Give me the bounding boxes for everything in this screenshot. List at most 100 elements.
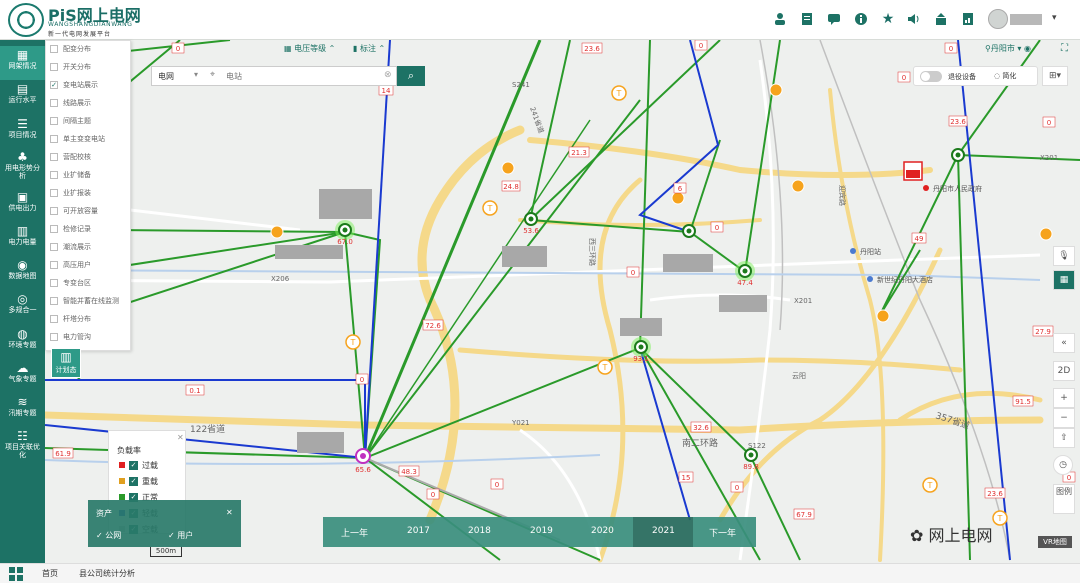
checkbox[interactable] [50, 261, 58, 269]
voltage-level-dropdown[interactable]: ▦ 电压等级 ⌃ [284, 43, 335, 54]
asset-option-user[interactable]: ✓ 用户 [168, 530, 193, 541]
chevron-down-icon[interactable]: ▾ [1052, 13, 1057, 23]
export-icon[interactable] [933, 11, 949, 27]
sidebar-item-merge[interactable]: ◎ 多规合一 [0, 290, 45, 324]
sidebar-item-datamap[interactable]: ◉ 数据地图 [0, 256, 45, 290]
layer-item[interactable]: 电力管沟 [50, 330, 91, 344]
sidebar-item-projects[interactable]: ☰ 项目情况 [0, 115, 45, 149]
people-icon[interactable] [772, 11, 788, 27]
checkbox[interactable] [50, 135, 58, 143]
layer-item[interactable]: 专变台区 [50, 276, 91, 290]
search-button[interactable]: ⌕ [397, 66, 425, 86]
layer-item[interactable]: 线路展示 [50, 96, 91, 110]
checkbox-checked[interactable]: ✓ [50, 81, 58, 89]
layer-item[interactable]: 潮流展示 [50, 240, 91, 254]
fullscreen-icon[interactable]: ⛶ [1061, 43, 1068, 54]
prev-year-button[interactable]: 上一年 [341, 526, 368, 539]
next-year-button[interactable]: 下一年 [709, 526, 736, 539]
chat-icon[interactable] [826, 11, 842, 27]
close-icon[interactable]: ✕ [177, 433, 184, 442]
annotation-dropdown[interactable]: ▮ 标注 ⌃ [353, 43, 385, 54]
sidebar-item-consumption[interactable]: ♣ 用电形势分析 [0, 148, 45, 182]
asset-option-public[interactable]: ✓ 公网 [96, 530, 121, 541]
checkbox[interactable] [50, 63, 58, 71]
simplify-toggle[interactable]: ◌ 简化 [994, 71, 1016, 81]
checkbox[interactable] [50, 45, 58, 53]
layer-item[interactable]: 业扩报装 [50, 186, 91, 200]
checkbox[interactable] [50, 189, 58, 197]
layer-item[interactable]: 智能并蓄在线监测 [50, 294, 119, 308]
microphone-button[interactable]: 🎙 [1053, 246, 1075, 266]
city-select[interactable]: ⚲丹阳市 ▾ ◉ [985, 43, 1031, 54]
layer-item[interactable]: 业扩储备 [50, 168, 91, 182]
layer-item[interactable]: 单主变变电站 [50, 132, 105, 146]
layer-item[interactable]: 检修记录 [50, 222, 91, 236]
clock-button[interactable]: ◷ [1053, 455, 1073, 475]
chevron-down-icon[interactable]: ▾ [194, 70, 198, 79]
sidebar-item-environment[interactable]: ◍ 环境专题 [0, 325, 45, 359]
layer-switch-button[interactable]: ⊞▾ [1042, 66, 1068, 86]
vr-map-button[interactable]: VR地图 [1038, 536, 1072, 548]
year-2018[interactable]: 2018 [468, 526, 491, 536]
checkbox-checked[interactable]: ✓ [129, 476, 138, 486]
sidebar-item-weather[interactable]: ☁ 气象专题 [0, 359, 45, 393]
layer-item[interactable]: 配变分布 [50, 42, 91, 56]
search-input[interactable] [226, 69, 376, 83]
compass-button[interactable]: ⇧ [1053, 428, 1075, 448]
sidebar-item-supply[interactable]: ▣ 供电出力 [0, 188, 45, 222]
sidebar-item-flood[interactable]: ≋ 汛期专题 [0, 393, 45, 427]
layer-item[interactable]: 高压用户 [50, 258, 91, 272]
legend-item[interactable]: ✓ 重载 [119, 475, 158, 487]
checkbox-checked[interactable]: ✓ [129, 460, 138, 470]
checkbox[interactable] [50, 279, 58, 287]
layer-item[interactable]: 间隔主题 [50, 114, 91, 128]
checkbox[interactable] [50, 297, 58, 305]
avatar[interactable] [988, 9, 1008, 29]
legend-toggle-button[interactable]: 图例 [1053, 484, 1075, 514]
checkbox[interactable] [50, 207, 58, 215]
layer-item[interactable]: 营配校核 [50, 150, 91, 164]
checkbox[interactable] [50, 333, 58, 341]
map-canvas[interactable]: T T T T T T X206 X201 X201 Y021 S241 S12… [45, 40, 1080, 563]
year-2021[interactable]: 2021 [652, 526, 675, 536]
sidebar-item-operation[interactable]: ▤ 运行水平 [0, 80, 45, 114]
collapse-button[interactable]: « [1053, 333, 1075, 353]
year-2019[interactable]: 2019 [530, 526, 553, 536]
sidebar-item-grid[interactable]: ▦ 网架情况 [0, 46, 45, 80]
legend-item[interactable]: ✓ 过载 [119, 459, 158, 471]
tab-county-stats[interactable]: 县公司统计分析 [79, 568, 135, 579]
year-2020[interactable]: 2020 [591, 526, 614, 536]
zoom-out-button[interactable]: − [1053, 408, 1075, 428]
search-type-select[interactable]: 电网 [158, 71, 174, 82]
layer-item-label: 变电站展示 [63, 81, 98, 89]
checkbox[interactable] [50, 153, 58, 161]
checkbox[interactable] [50, 225, 58, 233]
layer-item[interactable]: 杆塔分布 [50, 312, 91, 326]
checkbox[interactable] [50, 315, 58, 323]
document-icon[interactable] [799, 11, 815, 27]
checkbox[interactable] [50, 99, 58, 107]
year-2017[interactable]: 2017 [407, 526, 430, 536]
layer-item[interactable]: 可开放容量 [50, 204, 98, 218]
2d-button[interactable]: 2D [1053, 361, 1075, 381]
sidebar-item-optimize[interactable]: ☷ 项目关联优化 [0, 427, 45, 461]
checkbox[interactable] [50, 243, 58, 251]
close-icon[interactable]: ✕ [226, 508, 233, 517]
report-icon[interactable] [960, 11, 976, 27]
star-icon[interactable]: ★ [880, 11, 896, 27]
clear-icon[interactable]: ⊗ [384, 70, 392, 80]
info-icon[interactable] [853, 11, 869, 27]
layer-item[interactable]: 开关分布 [50, 60, 91, 74]
checkbox[interactable] [50, 117, 58, 125]
plan-state-button[interactable]: ▥ 计划态 [51, 348, 81, 378]
grid-apps-button[interactable]: ▦ [1053, 270, 1075, 290]
eye-icon[interactable]: ◉ [1024, 44, 1031, 53]
speaker-icon[interactable] [906, 11, 922, 27]
checkbox[interactable] [50, 171, 58, 179]
retire-toggle[interactable] [920, 71, 942, 82]
tab-home[interactable]: 首页 [42, 568, 58, 579]
apps-icon[interactable] [9, 567, 23, 581]
sidebar-item-energy[interactable]: ▥ 电力电量 [0, 222, 45, 256]
zoom-in-button[interactable]: + [1053, 388, 1075, 408]
layer-item[interactable]: ✓ 变电站展示 [50, 78, 98, 92]
